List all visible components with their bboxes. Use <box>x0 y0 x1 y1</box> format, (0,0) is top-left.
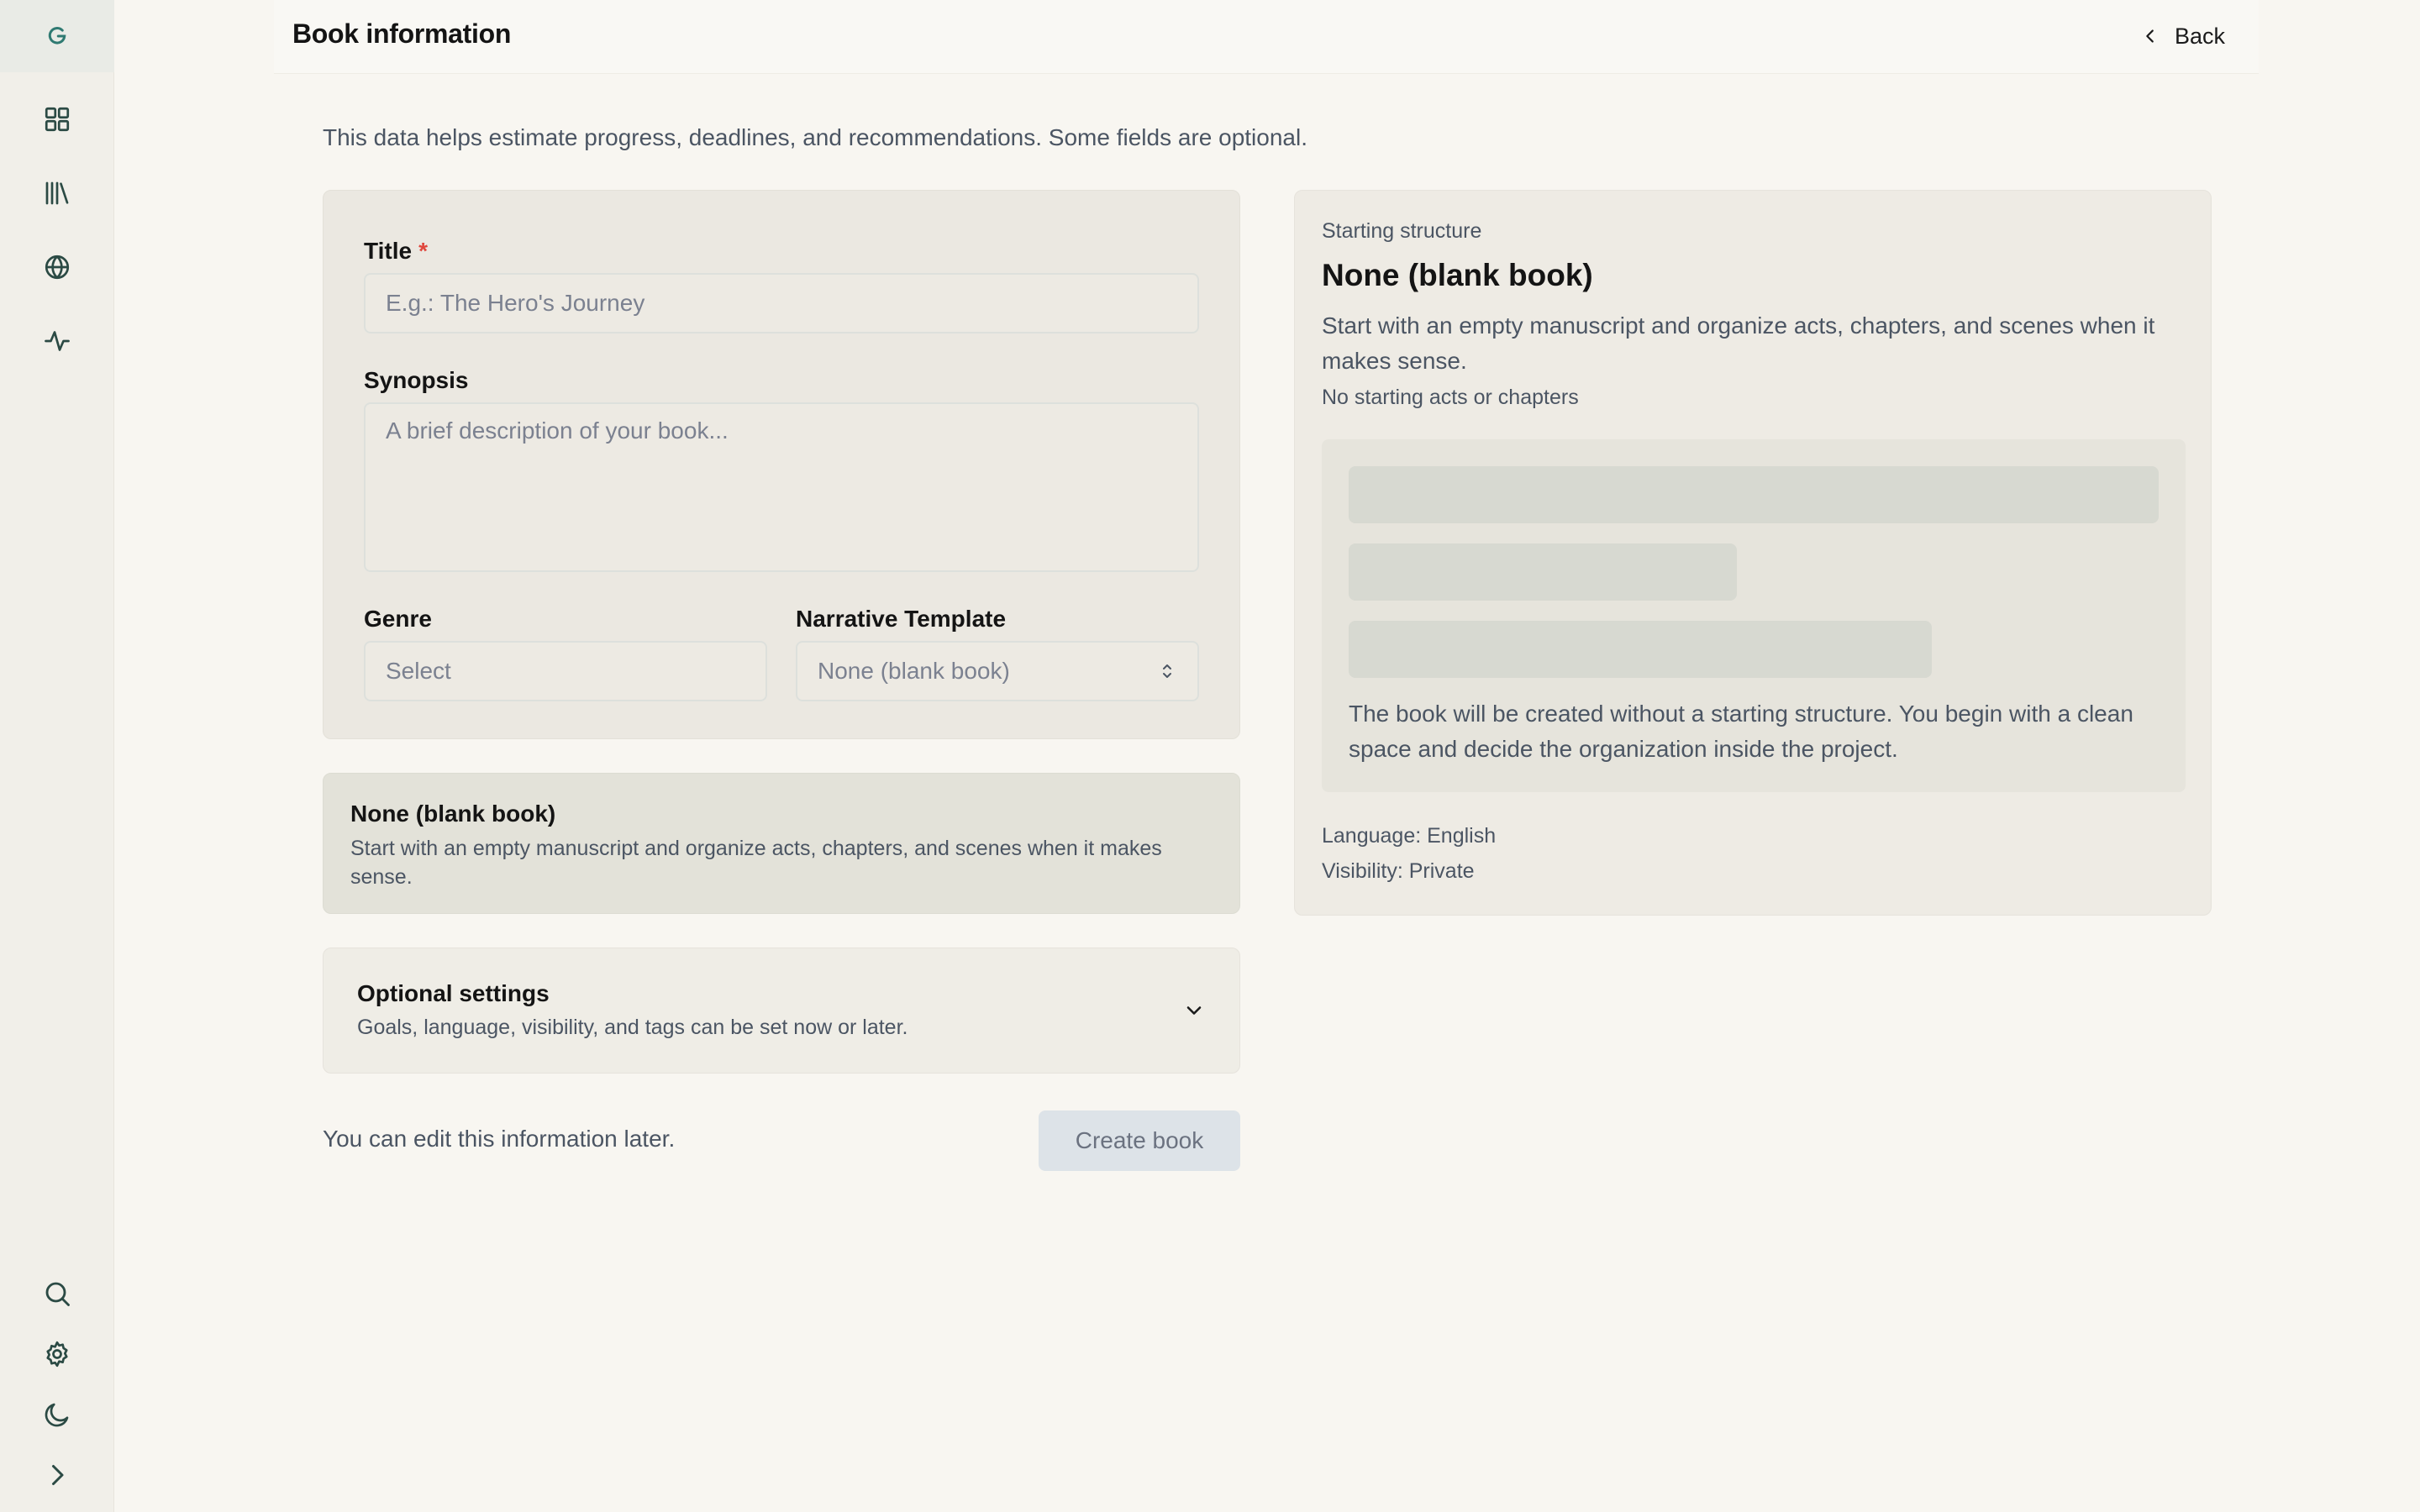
intro-text: This data helps estimate progress, deadl… <box>323 124 1307 150</box>
synopsis-input[interactable] <box>364 402 1199 572</box>
template-card[interactable]: None (blank book) Start with an empty ma… <box>323 773 1240 914</box>
optional-settings-description: Goals, language, visibility, and tags ca… <box>357 1016 908 1039</box>
logo-icon <box>48 27 66 45</box>
sidebar-expand[interactable] <box>29 1446 86 1504</box>
chevron-left-icon <box>2146 29 2154 43</box>
page-title: Book information <box>292 18 512 49</box>
activity-icon <box>45 331 70 351</box>
moon-icon <box>45 1403 69 1427</box>
synopsis-label: Synopsis <box>364 367 469 393</box>
sidebar-settings[interactable] <box>29 1326 86 1383</box>
visibility-meta: Visibility: Private <box>1322 859 1475 883</box>
structure-kicker: Starting structure <box>1322 219 1482 243</box>
back-button-label: Back <box>2174 23 2225 49</box>
optional-settings-toggle[interactable]: Optional settings Goals, language, visib… <box>323 948 1240 1074</box>
title-label-text: Title <box>364 238 413 264</box>
structure-note: No starting acts or chapters <box>1322 386 1579 409</box>
globe-icon <box>45 255 70 280</box>
starting-structure-panel: Starting structure None (blank book) Sta… <box>1294 190 2212 916</box>
structure-title: None (blank book) <box>1322 258 1593 292</box>
structure-preview: The book will be created without a start… <box>1322 439 2186 792</box>
sidebar-item-library[interactable] <box>29 165 86 222</box>
book-form: Title* Synopsis Genre Select Narrative T… <box>323 190 1240 739</box>
chevron-down-icon <box>1186 1006 1202 1015</box>
genre-select[interactable]: Select <box>364 641 767 701</box>
required-mark: * <box>418 238 428 264</box>
page-header: Book information Back <box>274 0 2259 74</box>
sidebar-theme-toggle[interactable] <box>29 1386 86 1443</box>
library-icon <box>45 181 69 205</box>
genre-label: Genre <box>364 606 432 632</box>
sidebar-item-dashboard[interactable] <box>29 91 86 148</box>
optional-settings-title: Optional settings <box>357 980 550 1006</box>
chevron-up-down-icon <box>1163 664 1171 678</box>
create-book-button[interactable]: Create book <box>1039 1110 1240 1171</box>
skeleton-bar <box>1349 466 2159 523</box>
search-icon <box>45 1282 70 1306</box>
gear-icon <box>46 1341 68 1368</box>
structure-preview-text: The book will be created without a start… <box>1349 701 2133 762</box>
genre-select-value: Select <box>386 658 451 684</box>
chevron-right-icon <box>52 1465 64 1485</box>
language-meta: Language: English <box>1322 824 1497 848</box>
template-card-title: None (blank book) <box>350 801 556 827</box>
template-select[interactable]: None (blank book) <box>796 641 1199 701</box>
app-logo[interactable] <box>0 0 114 72</box>
title-input[interactable] <box>364 273 1199 333</box>
sidebar-item-activity[interactable] <box>29 312 86 370</box>
dashboard-icon <box>45 107 70 132</box>
structure-description: Start with an empty manuscript and organ… <box>1322 312 2155 374</box>
back-button[interactable]: Back <box>2141 15 2225 57</box>
sidebar <box>0 0 114 1512</box>
sidebar-search[interactable] <box>29 1265 86 1322</box>
template-label: Narrative Template <box>796 606 1007 632</box>
skeleton-bar <box>1349 543 1737 601</box>
skeleton-bar <box>1349 621 1932 678</box>
template-select-value: None (blank book) <box>818 658 1010 684</box>
sidebar-item-world[interactable] <box>29 239 86 296</box>
edit-later-note: You can edit this information later. <box>323 1126 676 1152</box>
title-label: Title * <box>364 238 428 265</box>
template-card-description: Start with an empty manuscript and organ… <box>350 837 1162 889</box>
